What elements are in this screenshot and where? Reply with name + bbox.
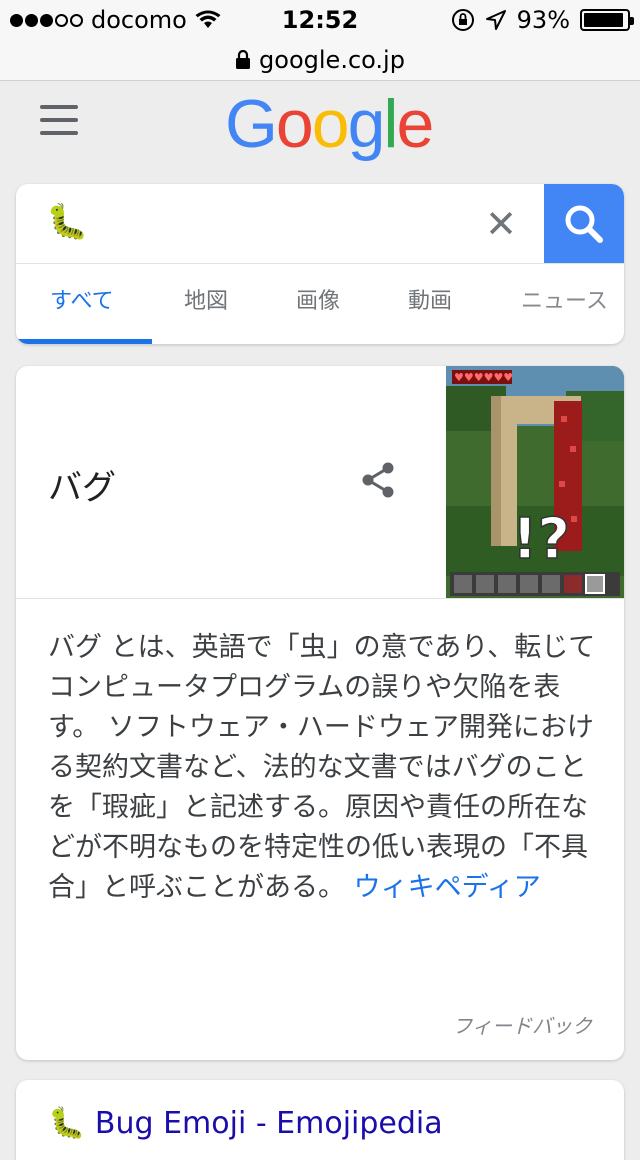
- logo-letter: G: [225, 86, 278, 162]
- logo-letter: o: [275, 86, 314, 162]
- tab-videos[interactable]: 動画: [408, 264, 452, 344]
- search-row: 🐛 ✕: [16, 184, 624, 264]
- image-overlay-text: !?: [512, 507, 570, 572]
- description-text: バグ とは、英語で「虫」の意であり、転じてコンピュータプログラムの誤りや欠陥を表…: [48, 632, 596, 903]
- status-right: 93%: [451, 6, 634, 34]
- logo-letter: l: [383, 86, 398, 162]
- knowledge-panel-description: バグ とは、英語で「虫」の意であり、転じてコンピュータプログラムの誤りや欠陥を表…: [48, 628, 600, 908]
- url-domain: google.co.jp: [259, 46, 405, 74]
- tab-images[interactable]: 画像: [296, 264, 340, 344]
- battery-percent: 93%: [516, 6, 570, 34]
- tab-news[interactable]: ニュース: [521, 264, 608, 344]
- status-bar: docomo 12:52 93%: [0, 0, 640, 40]
- rotation-lock-icon: [451, 9, 474, 31]
- tab-all[interactable]: すべて: [50, 264, 114, 344]
- svg-text:♥♥♥♥♥♥: ♥♥♥♥♥♥: [454, 371, 513, 384]
- search-input[interactable]: 🐛: [46, 202, 88, 242]
- location-arrow-icon: [485, 10, 506, 30]
- search-box-card: 🐛 ✕ すべて 地図 画像 動画 ニュース: [16, 184, 624, 344]
- feedback-link[interactable]: フィードバック: [452, 1010, 592, 1039]
- battery-icon: [580, 9, 634, 31]
- knowledge-panel-header: バグ ♥♥♥♥♥♥ !?: [16, 366, 624, 599]
- active-tab-indicator: [16, 339, 152, 344]
- google-header: Google: [0, 81, 640, 171]
- knowledge-panel: バグ ♥♥♥♥♥♥ !? バグ とは、英語で「虫」の意であり、転じてコンピュータ…: [16, 366, 624, 1060]
- search-tabs: すべて 地図 画像 動画 ニュース: [16, 264, 624, 344]
- google-logo[interactable]: Google: [225, 85, 435, 163]
- lock-icon: [236, 50, 251, 69]
- search-result-card: 🐛 Bug Emoji - Emojipedia: [16, 1080, 624, 1160]
- tab-maps[interactable]: 地図: [184, 264, 228, 344]
- logo-letter: g: [347, 86, 386, 162]
- clear-search-button[interactable]: ✕: [481, 204, 521, 244]
- menu-icon[interactable]: [40, 105, 78, 135]
- wikipedia-link[interactable]: ウィキペディア: [354, 872, 541, 903]
- logo-letter: o: [311, 86, 350, 162]
- share-icon[interactable]: [356, 458, 400, 502]
- search-icon: [565, 205, 603, 243]
- logo-letter: e: [396, 86, 435, 162]
- url-bar[interactable]: google.co.jp: [0, 40, 640, 81]
- search-button[interactable]: [544, 184, 624, 263]
- knowledge-panel-title: バグ: [48, 468, 116, 508]
- knowledge-panel-image[interactable]: ♥♥♥♥♥♥ !?: [446, 366, 624, 598]
